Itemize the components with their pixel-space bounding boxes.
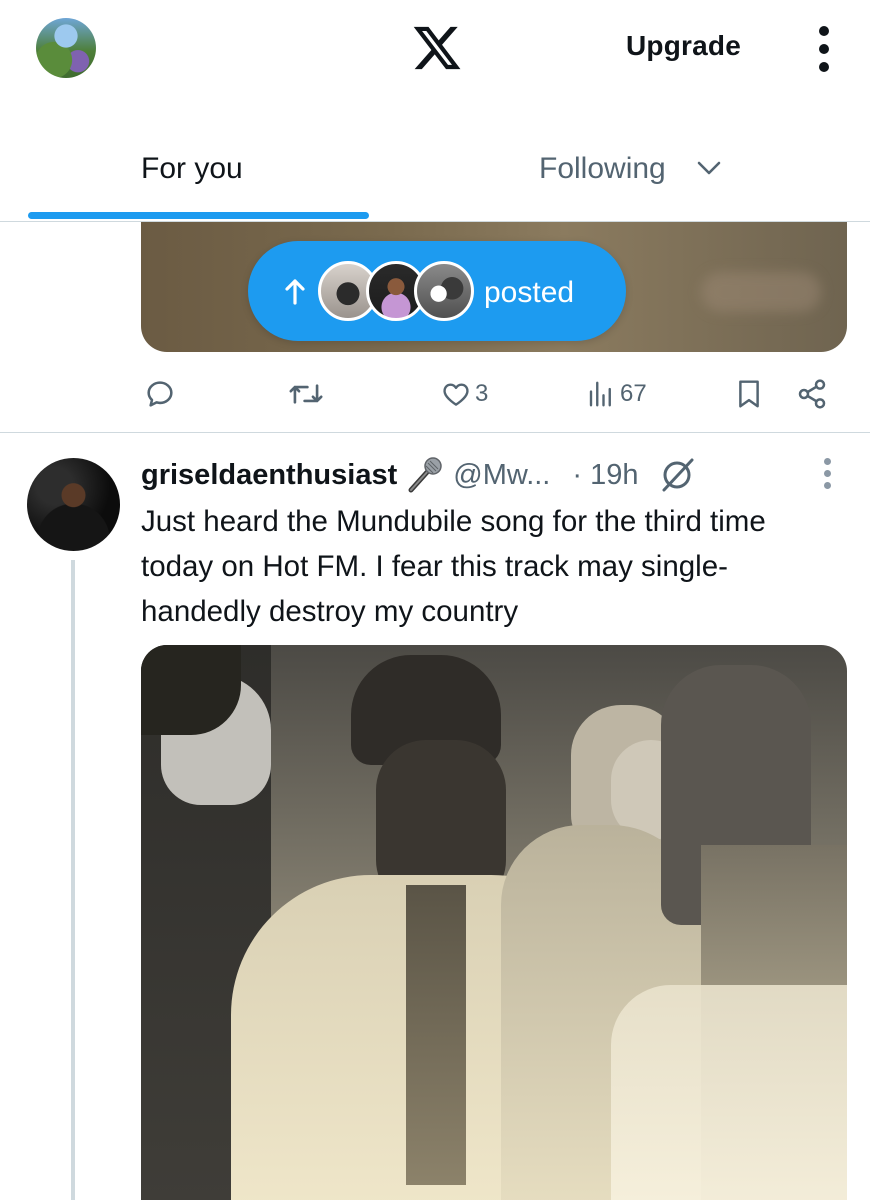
grok-icon[interactable] (658, 456, 696, 494)
bookmark-icon (739, 380, 759, 408)
microphone-icon (408, 457, 442, 493)
thread-line (71, 560, 75, 1200)
tweet-divider (0, 432, 870, 433)
tweet-header: griseldaenthusiast @Mw... · 19h (141, 455, 696, 495)
tweet-action-bar: 3 67 (0, 366, 870, 422)
reply-button[interactable] (144, 374, 176, 414)
tweet-timestamp[interactable]: · 19h (572, 459, 638, 492)
author-handle[interactable]: @Mw... (453, 459, 550, 492)
posted-label: posted (484, 276, 575, 309)
reply-icon (147, 381, 173, 407)
tab-for-you[interactable]: For you (141, 152, 243, 186)
heart-icon (443, 383, 469, 406)
timeline-tabs: For you Following (0, 140, 870, 222)
author-display-name[interactable]: griseldaenthusiast (141, 459, 397, 492)
tab-following[interactable]: Following (539, 152, 666, 186)
active-tab-indicator (28, 212, 369, 219)
x-logo-icon[interactable] (411, 22, 463, 74)
top-bar: Upgrade (0, 0, 870, 100)
kebab-vertical-icon[interactable] (812, 26, 836, 72)
bookmark-button[interactable] (734, 374, 764, 414)
tweet-video-media[interactable] (141, 645, 847, 1200)
repost-icon (289, 384, 323, 404)
views-button[interactable]: 67 (586, 374, 647, 414)
views-icon (589, 381, 611, 407)
share-icon (798, 379, 826, 409)
repost-button[interactable] (288, 374, 324, 414)
author-avatar[interactable] (27, 458, 120, 551)
poster-avatar (414, 261, 474, 321)
like-count: 3 (475, 380, 489, 407)
tweet-text: Just heard the Mundubile song for the th… (141, 505, 766, 628)
profile-avatar[interactable] (36, 18, 96, 78)
share-button[interactable] (796, 374, 828, 414)
view-count: 67 (620, 380, 647, 407)
upgrade-button[interactable]: Upgrade (626, 30, 741, 62)
arrow-up-icon (285, 279, 305, 305)
like-button[interactable]: 3 (441, 374, 488, 414)
chevron-down-icon[interactable] (696, 158, 722, 178)
tweet-more-icon[interactable] (821, 458, 833, 494)
